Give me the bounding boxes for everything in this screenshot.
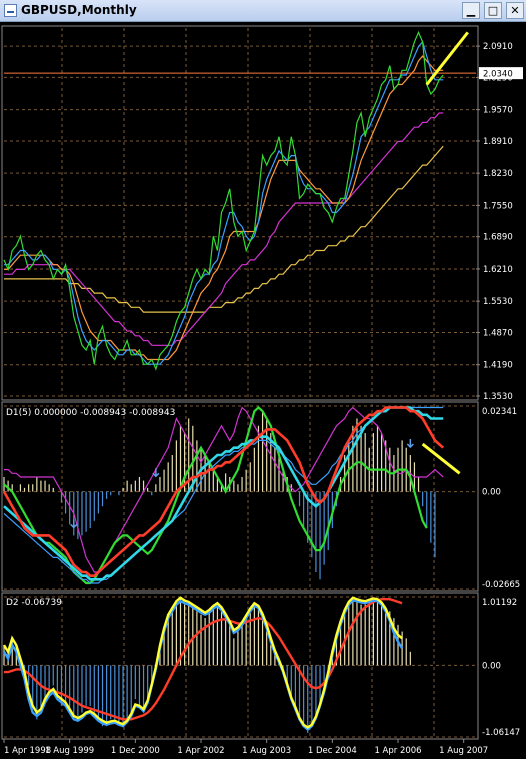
close-button[interactable]: ✕ <box>506 2 524 19</box>
d2-tick-label-0: 1.01192 <box>482 598 517 608</box>
d1-tick-label-2: -0.02665 <box>482 580 520 590</box>
time-tick-label-4: 1 Aug 2003 <box>242 746 291 756</box>
price-pane[interactable] <box>1 25 479 401</box>
price-tick-label-2: 1.9570 <box>483 106 513 116</box>
time-tick-label-5: 1 Dec 2004 <box>308 746 357 756</box>
time-tick-label-7: 1 Aug 2007 <box>439 746 488 756</box>
chart-window-icon <box>4 4 17 17</box>
time-axis: 1 Apr 19981 Aug 1999 1 Dec 2000 1 Apr 2002… <box>3 739 488 756</box>
d1-tick-label-0: 0.02341 <box>482 407 517 417</box>
time-tick-label-6: 1 Apr 2006 <box>374 746 421 756</box>
price-tick-label-6: 1.6890 <box>483 233 513 243</box>
time-tick-label-3: 1 Apr 2002 <box>177 746 224 756</box>
d2-tick-label-2: -1.06147 <box>482 728 520 738</box>
price-tick-label-10: 1.4190 <box>483 361 513 371</box>
price-tick-label-0: 2.0910 <box>483 42 513 52</box>
price-tick-label-8: 1.5530 <box>483 297 513 307</box>
chart-area[interactable]: 2.09102.02501.95701.89101.82301.75501.68… <box>0 22 526 759</box>
maximize-button[interactable]: □ <box>484 2 502 19</box>
d1-label: D1(5) 0.000000 -0.008943 -0.008943 <box>6 408 175 418</box>
current-price-label: 2.0340 <box>483 70 513 80</box>
price-tick-label-11: 1.3530 <box>483 392 513 402</box>
price-tick-label-7: 1.6210 <box>483 265 513 275</box>
time-tick-label-1: 1 Aug 1999 <box>45 746 94 756</box>
price-axis: 2.09102.02501.95701.89101.82301.75501.68… <box>476 42 523 402</box>
window-title: GBPUSD,Monthly <box>21 3 137 17</box>
price-tick-label-3: 1.8910 <box>483 137 513 147</box>
window-titlebar[interactable]: GBPUSD,Monthly ▁ □ ✕ <box>0 0 526 22</box>
d2-axis: 1.01192 0.00 -1.06147 <box>482 598 520 738</box>
terminal-window: GBPUSD,Monthly ▁ □ ✕ 2.09102.02501.95701… <box>0 0 526 759</box>
price-tick-label-5: 1.7550 <box>483 201 513 211</box>
price-tick-label-9: 1.4870 <box>483 328 513 338</box>
d2-tick-label-1: 0.00 <box>482 661 501 671</box>
time-tick-label-2: 1 Dec 2000 <box>111 746 160 756</box>
price-tick-label-4: 1.8230 <box>483 169 513 179</box>
d1-axis: 0.02341 0.00 -0.02665 <box>482 407 520 590</box>
d1-tick-label-1: 0.00 <box>482 488 501 498</box>
minimize-button[interactable]: ▁ <box>462 2 480 19</box>
d2-label: D2 -0.06739 <box>6 598 62 608</box>
time-tick-label-0: 1 Apr 1998 <box>4 746 51 756</box>
